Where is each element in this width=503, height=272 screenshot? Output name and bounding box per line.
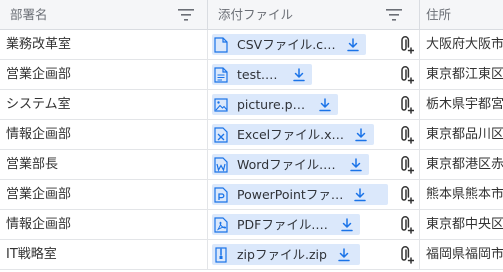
address-cell[interactable]: 東京都品川区 bbox=[420, 120, 503, 149]
download-icon[interactable] bbox=[340, 217, 354, 232]
file-chip[interactable]: Wordファイル.docx bbox=[212, 154, 369, 175]
department-cell[interactable]: 営業部長 bbox=[0, 150, 208, 179]
add-attachment-icon[interactable] bbox=[400, 36, 414, 54]
file-name[interactable]: test.txt bbox=[237, 64, 282, 85]
table-row[interactable]: 営業企画部 PowerPointファ… 熊本県熊本市 bbox=[0, 180, 503, 210]
attachment-cell[interactable]: PDFファイル.pdf bbox=[208, 210, 420, 239]
file-name[interactable]: Wordファイル.docx bbox=[237, 154, 339, 175]
add-attachment-icon[interactable] bbox=[400, 96, 414, 114]
attachment-cell[interactable]: test.txt bbox=[208, 60, 420, 89]
address-cell[interactable]: 栃木県宇都宮 bbox=[420, 90, 503, 119]
word-file-icon bbox=[214, 156, 228, 173]
add-attachment-icon[interactable] bbox=[400, 156, 414, 174]
attachment-cell[interactable]: Wordファイル.docx bbox=[208, 150, 420, 179]
file-chip[interactable]: picture.png bbox=[212, 94, 338, 115]
file-chip[interactable]: PowerPointファ… bbox=[212, 184, 388, 205]
download-icon[interactable] bbox=[318, 97, 332, 112]
column-header-label: 添付ファイル bbox=[218, 7, 294, 22]
attachment-cell[interactable]: PowerPointファ… bbox=[208, 180, 420, 209]
file-chip[interactable]: Excelファイル.xlsx bbox=[212, 124, 374, 145]
pdf-file-icon bbox=[214, 216, 228, 233]
image-file-icon bbox=[214, 97, 228, 112]
column-header-department[interactable]: 部署名 bbox=[0, 0, 208, 30]
file-name[interactable]: PDFファイル.pdf bbox=[237, 214, 330, 235]
address-cell[interactable]: 熊本県熊本市 bbox=[420, 180, 503, 209]
attachment-cell[interactable]: Excelファイル.xlsx bbox=[208, 120, 420, 149]
column-header-label: 住所 bbox=[426, 7, 452, 22]
department-cell[interactable]: 情報企画部 bbox=[0, 210, 208, 239]
department-cell[interactable]: 営業企画部 bbox=[0, 60, 208, 89]
download-icon[interactable] bbox=[337, 247, 351, 262]
table-row[interactable]: 情報企画部 PDFファイル.pdf 東京都中央区 bbox=[0, 210, 503, 240]
file-name[interactable]: CSVファイル.csv bbox=[237, 34, 336, 55]
download-icon[interactable] bbox=[292, 67, 306, 82]
file-chip[interactable]: zipファイル.zip bbox=[212, 244, 360, 265]
department-cell[interactable]: 情報企画部 bbox=[0, 120, 208, 149]
address-cell[interactable]: 大阪府大阪市 bbox=[420, 30, 503, 59]
department-cell[interactable]: システム室 bbox=[0, 90, 208, 119]
download-icon[interactable] bbox=[353, 187, 367, 202]
department-cell[interactable]: 業務改革室 bbox=[0, 30, 208, 59]
add-attachment-icon[interactable] bbox=[400, 66, 414, 84]
file-chip[interactable]: CSVファイル.csv bbox=[212, 34, 366, 55]
table-row[interactable]: IT戦略室 zipファイル.zip 福岡県福岡市 bbox=[0, 240, 503, 270]
download-icon[interactable] bbox=[349, 157, 363, 172]
file-name[interactable]: Excelファイル.xlsx bbox=[237, 124, 344, 145]
text-file-icon bbox=[214, 66, 228, 83]
download-icon[interactable] bbox=[354, 127, 368, 142]
data-grid: 部署名 添付ファイル 住所 業務改革室 CSVファイル.csv 大阪府大阪市 営… bbox=[0, 0, 503, 272]
filter-icon[interactable] bbox=[386, 9, 402, 21]
add-attachment-icon[interactable] bbox=[400, 126, 414, 144]
department-cell[interactable]: IT戦略室 bbox=[0, 240, 208, 269]
attachment-cell[interactable]: picture.png bbox=[208, 90, 420, 119]
table-row[interactable]: 営業企画部 test.txt 東京都江東区 bbox=[0, 60, 503, 90]
grid-body: 業務改革室 CSVファイル.csv 大阪府大阪市 営業企画部 test.txt bbox=[0, 30, 503, 270]
powerpoint-file-icon bbox=[214, 186, 228, 203]
address-cell[interactable]: 東京都江東区 bbox=[420, 60, 503, 89]
csv-file-icon bbox=[214, 36, 228, 53]
file-name[interactable]: PowerPointファ… bbox=[237, 184, 343, 205]
download-icon[interactable] bbox=[346, 37, 360, 52]
attachment-cell[interactable]: zipファイル.zip bbox=[208, 240, 420, 269]
department-cell[interactable]: 営業企画部 bbox=[0, 180, 208, 209]
filter-icon[interactable] bbox=[178, 9, 194, 21]
add-attachment-icon[interactable] bbox=[400, 186, 414, 204]
address-cell[interactable]: 福岡県福岡市 bbox=[420, 240, 503, 269]
column-header-address[interactable]: 住所 bbox=[420, 0, 503, 30]
table-row[interactable]: 情報企画部 Excelファイル.xlsx 東京都品川区 bbox=[0, 120, 503, 150]
column-header-attachment[interactable]: 添付ファイル bbox=[208, 0, 420, 30]
table-row[interactable]: 業務改革室 CSVファイル.csv 大阪府大阪市 bbox=[0, 30, 503, 60]
table-row[interactable]: システム室 picture.png 栃木県宇都宮 bbox=[0, 90, 503, 120]
grid-header: 部署名 添付ファイル 住所 bbox=[0, 0, 503, 30]
file-name[interactable]: zipファイル.zip bbox=[237, 244, 327, 265]
address-cell[interactable]: 東京都港区赤 bbox=[420, 150, 503, 179]
table-row[interactable]: 営業部長 Wordファイル.docx 東京都港区赤 bbox=[0, 150, 503, 180]
add-attachment-icon[interactable] bbox=[400, 216, 414, 234]
excel-file-icon bbox=[214, 126, 228, 143]
column-header-label: 部署名 bbox=[10, 7, 48, 22]
add-attachment-icon[interactable] bbox=[400, 246, 414, 264]
file-chip[interactable]: PDFファイル.pdf bbox=[212, 214, 360, 235]
file-chip[interactable]: test.txt bbox=[212, 64, 312, 85]
attachment-cell[interactable]: CSVファイル.csv bbox=[208, 30, 420, 59]
address-cell[interactable]: 東京都中央区 bbox=[420, 210, 503, 239]
zip-file-icon bbox=[215, 246, 227, 263]
file-name[interactable]: picture.png bbox=[237, 94, 308, 115]
